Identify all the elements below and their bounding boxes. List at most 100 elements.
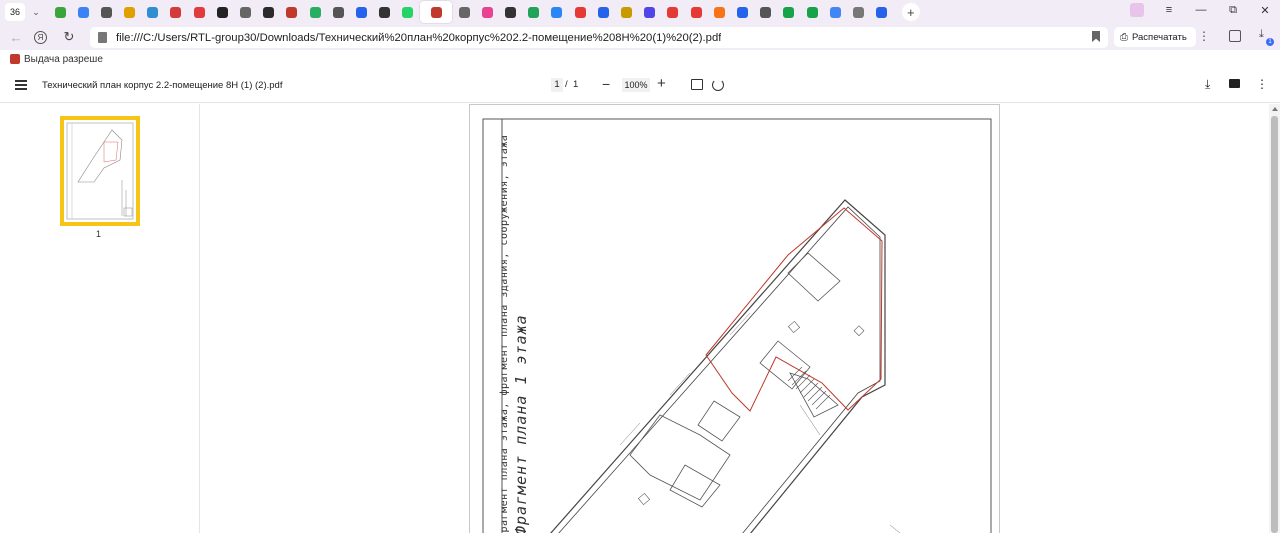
tab-list-chevron-icon[interactable]: ⌄ <box>29 7 43 18</box>
window-controls: ≡ — ⧉ ✕ <box>1130 3 1272 17</box>
thumbnail-drawing <box>66 122 134 220</box>
hamburger-menu-icon[interactable] <box>15 80 27 90</box>
close-button[interactable]: ✕ <box>1258 4 1272 17</box>
tab[interactable] <box>165 1 187 23</box>
print-button[interactable]: ⎙ Распечатать <box>1114 27 1196 47</box>
tab-favicon-icon <box>458 6 470 18</box>
tab-favicon-icon <box>621 6 632 18</box>
tab-counter[interactable]: 36 <box>5 3 25 21</box>
zoom-in-button[interactable]: + <box>657 75 666 92</box>
page-separator: / <box>565 79 568 90</box>
thumbnail-sidebar: 1 <box>0 104 200 533</box>
tab[interactable] <box>258 1 280 23</box>
tab[interactable] <box>304 1 326 23</box>
tab[interactable] <box>824 1 846 23</box>
url-text[interactable]: file:///C:/Users/RTL-group30/Downloads/Т… <box>116 32 721 44</box>
url-field[interactable]: file:///C:/Users/RTL-group30/Downloads/Т… <box>90 27 1108 48</box>
print-icon[interactable] <box>1229 79 1240 88</box>
menu-icon[interactable]: ≡ <box>1162 4 1176 16</box>
tab[interactable] <box>569 1 591 23</box>
scrollbar-thumb[interactable] <box>1271 116 1278 533</box>
tab-favicon-icon <box>667 6 679 18</box>
tab-favicon-icon <box>147 6 159 18</box>
tab-favicon-icon <box>876 6 888 18</box>
new-tab-button[interactable]: + <box>901 3 920 21</box>
bookmark-label: Выдача разреше <box>24 53 103 65</box>
yandex-icon[interactable]: Я <box>34 30 47 44</box>
more-options-icon[interactable]: ⋮ <box>1198 29 1210 43</box>
back-button[interactable]: ← <box>4 30 28 45</box>
tab[interactable] <box>397 1 419 23</box>
bookmark-item[interactable]: Выдача разреше <box>10 54 103 65</box>
tabs-list <box>49 1 894 23</box>
tab[interactable] <box>327 1 349 23</box>
page-thumbnail[interactable] <box>60 116 140 226</box>
tab[interactable] <box>119 1 141 23</box>
tab[interactable] <box>188 1 210 23</box>
document-title: Технический план корпус 2.2-помещение 8Н… <box>42 80 283 91</box>
fit-to-page-icon[interactable] <box>691 79 703 90</box>
address-bar: ← Я ↻ file:///C:/Users/RTL-group30/Downl… <box>0 24 1280 50</box>
more-actions-icon[interactable]: ⋮ <box>1256 77 1268 91</box>
tab[interactable] <box>685 1 707 23</box>
file-icon <box>98 32 107 43</box>
pdf-toolbar: Технический план корпус 2.2-помещение 8Н… <box>0 68 1280 103</box>
tab[interactable] <box>778 1 800 23</box>
tab[interactable] <box>592 1 614 23</box>
tab[interactable] <box>755 1 777 23</box>
printer-small-icon: ⎙ <box>1120 31 1128 43</box>
tab[interactable] <box>616 1 638 23</box>
tab[interactable] <box>871 1 893 23</box>
tab[interactable] <box>453 1 475 23</box>
tab[interactable] <box>72 1 94 23</box>
tab[interactable] <box>546 1 568 23</box>
tab[interactable] <box>95 1 117 23</box>
tab[interactable] <box>500 1 522 23</box>
tab[interactable] <box>731 1 753 23</box>
vertical-scrollbar[interactable] <box>1269 104 1280 533</box>
tab-active[interactable] <box>420 1 452 23</box>
tab[interactable] <box>211 1 233 23</box>
tab-favicon-icon <box>216 6 228 18</box>
tab-favicon-icon <box>528 6 540 18</box>
zoom-input[interactable]: 100% <box>622 78 650 92</box>
page-number-input[interactable]: 1 <box>551 78 563 92</box>
downloads-icon[interactable]: ⤓ <box>1259 28 1264 41</box>
tab-favicon-icon <box>430 6 442 18</box>
tab-favicon-icon <box>551 6 563 18</box>
scroll-up-arrow-icon[interactable] <box>1272 107 1278 111</box>
zoom-out-button[interactable]: − <box>602 76 610 92</box>
tab[interactable] <box>49 1 71 23</box>
tab[interactable] <box>662 1 684 23</box>
tab-favicon-icon <box>783 6 795 18</box>
minimize-button[interactable]: — <box>1194 4 1208 16</box>
tab-favicon-icon <box>852 6 864 18</box>
tab[interactable] <box>374 1 396 23</box>
tab-favicon-icon <box>736 6 748 18</box>
tab-favicon-icon <box>170 6 182 18</box>
tab[interactable] <box>235 1 257 23</box>
thumbnail-page-number: 1 <box>96 229 102 239</box>
reload-button[interactable]: ↻ <box>57 29 81 45</box>
extension-icon[interactable] <box>1130 3 1144 17</box>
tab-favicon-icon <box>574 6 586 18</box>
tab[interactable] <box>847 1 869 23</box>
tab[interactable] <box>639 1 661 23</box>
reader-icon[interactable] <box>1229 30 1241 42</box>
tab[interactable] <box>523 1 545 23</box>
tab-favicon-icon <box>240 6 251 18</box>
tab-favicon-icon <box>713 6 725 18</box>
tab[interactable] <box>350 1 372 23</box>
tab[interactable] <box>142 1 164 23</box>
rotate-icon[interactable] <box>712 79 724 91</box>
tab[interactable] <box>801 1 823 23</box>
tab[interactable] <box>708 1 730 23</box>
tab-favicon-icon <box>355 6 367 18</box>
tab[interactable] <box>281 1 303 23</box>
tab[interactable] <box>476 1 498 23</box>
bookmark-icon[interactable] <box>1092 31 1100 42</box>
restore-button[interactable]: ⧉ <box>1226 4 1240 17</box>
floor-plan-drawing <box>482 118 992 533</box>
tab-favicon-icon <box>597 6 609 18</box>
download-icon[interactable]: ⤓ <box>1205 77 1210 92</box>
